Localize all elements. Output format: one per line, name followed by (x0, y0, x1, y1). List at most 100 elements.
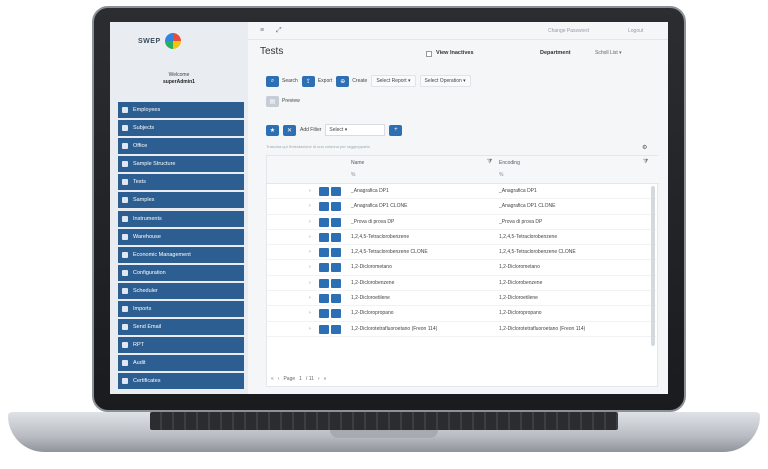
brand-name: SWEP (138, 37, 161, 45)
delete-icon[interactable] (331, 248, 341, 258)
sidebar-item-employees[interactable]: Employees (118, 102, 244, 118)
cell-name: 1,2,4,5-Tetraclorobenzene (351, 233, 410, 240)
delete-icon[interactable] (331, 294, 341, 304)
filter-icon[interactable]: ⧩ (643, 159, 648, 166)
expand-icon[interactable]: › (309, 295, 311, 301)
create-button[interactable]: ⊕ Create (336, 75, 368, 87)
filter-select[interactable]: Select ▾ (325, 124, 386, 136)
expand-icon[interactable]: › (309, 264, 311, 270)
encoding-filter-input[interactable]: % (499, 172, 503, 178)
edit-icon[interactable] (319, 232, 329, 242)
sidebar-item-audit[interactable]: Audit (118, 355, 244, 372)
table-row[interactable]: › 1,2,4,5-Tetraclorobenzene CLONE 1,2,4,5-… (267, 245, 659, 261)
cell-encoding: 1,2-Dicloroetilene (499, 295, 538, 302)
expand-icon[interactable]: › (309, 234, 311, 240)
sidebar-menu: Employees Subjects Office Sample Structu… (118, 102, 244, 392)
expand-icon[interactable]: › (309, 249, 311, 255)
delete-icon[interactable] (331, 217, 341, 227)
table-row[interactable]: › 1,2-Diclorobenzene 1,2-Diclorobenzene (267, 276, 659, 292)
delete-icon[interactable] (331, 187, 341, 196)
sidebar-item-warehouse[interactable]: Warehouse (118, 228, 244, 245)
star-icon[interactable]: ★ (266, 124, 279, 136)
edit-icon[interactable] (319, 278, 329, 288)
page-label: Page (283, 376, 296, 382)
expand-icon[interactable]: ⤢ (276, 27, 282, 35)
table-row[interactable]: › 1,2-Diclorotetrafluoroetano (Freon 114)… (267, 322, 659, 337)
sidebar-item-subjects[interactable]: Subjects (118, 120, 244, 137)
expand-icon[interactable]: › (309, 203, 311, 209)
table-row[interactable]: › 1,2,4,5-Tetraclorobenzene 1,2,4,5-Tetrac… (267, 230, 659, 246)
sidebar-item-imports[interactable]: Imports (118, 301, 244, 318)
add-filter-button[interactable]: + (389, 124, 403, 136)
filter-icon[interactable]: ⧩ (487, 159, 492, 166)
delete-icon[interactable] (331, 202, 341, 212)
export-button[interactable]: ⇪ Export (301, 75, 332, 87)
sidebar-item-tests[interactable]: Tests (118, 174, 244, 191)
hamburger-icon[interactable]: ≡ (260, 27, 264, 34)
select-operation-dropdown[interactable]: Select Operation ▾ (419, 75, 471, 87)
table-row[interactable]: › 1,2-Diclorometano 1,2-Diclorometano (267, 260, 659, 276)
change-password-link[interactable]: Change Password (548, 28, 589, 34)
send-email-icon (122, 324, 128, 331)
column-header-name[interactable]: Name (351, 160, 364, 166)
gear-icon[interactable]: ⚙ (642, 144, 647, 151)
laptop-notch (330, 430, 438, 438)
sidebar-item-instruments[interactable]: Instruments (118, 210, 244, 227)
delete-icon[interactable] (331, 263, 341, 273)
preview-button[interactable]: ▤ Preview (266, 95, 300, 107)
create-button-label: Create (352, 78, 368, 84)
prev-page-button[interactable]: ‹ (278, 376, 280, 382)
sidebar-item-samples[interactable]: Samples (118, 192, 244, 209)
sidebar-item-sample-structure[interactable]: Sample Structure (118, 156, 244, 173)
expand-icon[interactable]: › (309, 219, 311, 225)
last-page-button[interactable]: » (324, 376, 327, 382)
brand-logo[interactable]: SWEP (138, 30, 218, 52)
edit-icon[interactable] (319, 309, 329, 319)
table-row[interactable]: › 1,2-Dicloropropano 1,2-Dicloropropano (267, 306, 659, 322)
logout-link[interactable]: Logout (628, 28, 643, 34)
column-header-encoding[interactable]: Encoding (499, 160, 520, 166)
sidebar-item-scheduler[interactable]: Scheduler (118, 282, 244, 299)
table-row[interactable]: › 1,2-Dicloroetilene 1,2-Dicloroetilene (267, 291, 659, 307)
expand-icon[interactable]: › (309, 280, 311, 286)
view-inactives-checkbox[interactable] (426, 51, 432, 57)
sidebar-item-economic-management[interactable]: Economic Management (118, 246, 244, 263)
sidebar-item-label: Configuration (133, 269, 166, 276)
grid-scrollbar[interactable] (651, 186, 655, 346)
sidebar-item-label: Samples (133, 197, 155, 204)
sidebar-item-certificates[interactable]: Certificates (118, 373, 244, 390)
edit-icon[interactable] (319, 248, 329, 258)
delete-icon[interactable] (331, 232, 341, 242)
table-row[interactable]: › _Anagrafica DP1 _Anagrafica DP1 (267, 184, 659, 200)
table-row[interactable]: › _Prova di prova DP _Prova di prova DP (267, 215, 659, 230)
edit-icon[interactable] (319, 263, 329, 273)
instruments-icon (122, 215, 128, 222)
table-row[interactable]: › _Anagrafica DP1 CLONE _Anagrafica DP1 CL… (267, 199, 659, 215)
edit-icon[interactable] (319, 187, 329, 196)
expand-icon[interactable]: › (309, 188, 311, 194)
expand-icon[interactable]: › (309, 310, 311, 316)
page-input[interactable]: 1 (299, 376, 302, 382)
sidebar-item-rpt[interactable]: RPT (118, 337, 244, 354)
first-page-button[interactable]: « (271, 376, 274, 382)
sidebar-item-send-email[interactable]: Send Email (118, 319, 244, 336)
name-filter-input[interactable]: % (351, 172, 355, 178)
delete-icon[interactable] (331, 324, 341, 334)
next-page-button[interactable]: › (318, 376, 320, 382)
select-report-dropdown[interactable]: Select Report ▾ (371, 75, 416, 87)
clear-filter-icon[interactable]: ✕ (283, 124, 296, 136)
expand-icon[interactable]: › (309, 326, 311, 332)
edit-icon[interactable] (319, 217, 329, 227)
sidebar-item-configuration[interactable]: Configuration (118, 264, 244, 281)
department-select[interactable]: Scholl List ▾ (595, 50, 622, 56)
edit-icon[interactable] (319, 294, 329, 304)
sidebar-item-office[interactable]: Office (118, 138, 244, 155)
search-button[interactable]: ⌕ Search (266, 75, 298, 87)
page-count: / 11 (305, 376, 314, 382)
edit-icon[interactable] (319, 324, 329, 334)
delete-icon[interactable] (331, 309, 341, 319)
delete-icon[interactable] (331, 278, 341, 288)
cell-encoding: _Anagrafica DP1 (499, 188, 537, 194)
edit-icon[interactable] (319, 202, 329, 212)
tests-grid: Name ⧩ Encoding ⧩ % % › _Anagrafica DP1 _A… (266, 155, 659, 387)
